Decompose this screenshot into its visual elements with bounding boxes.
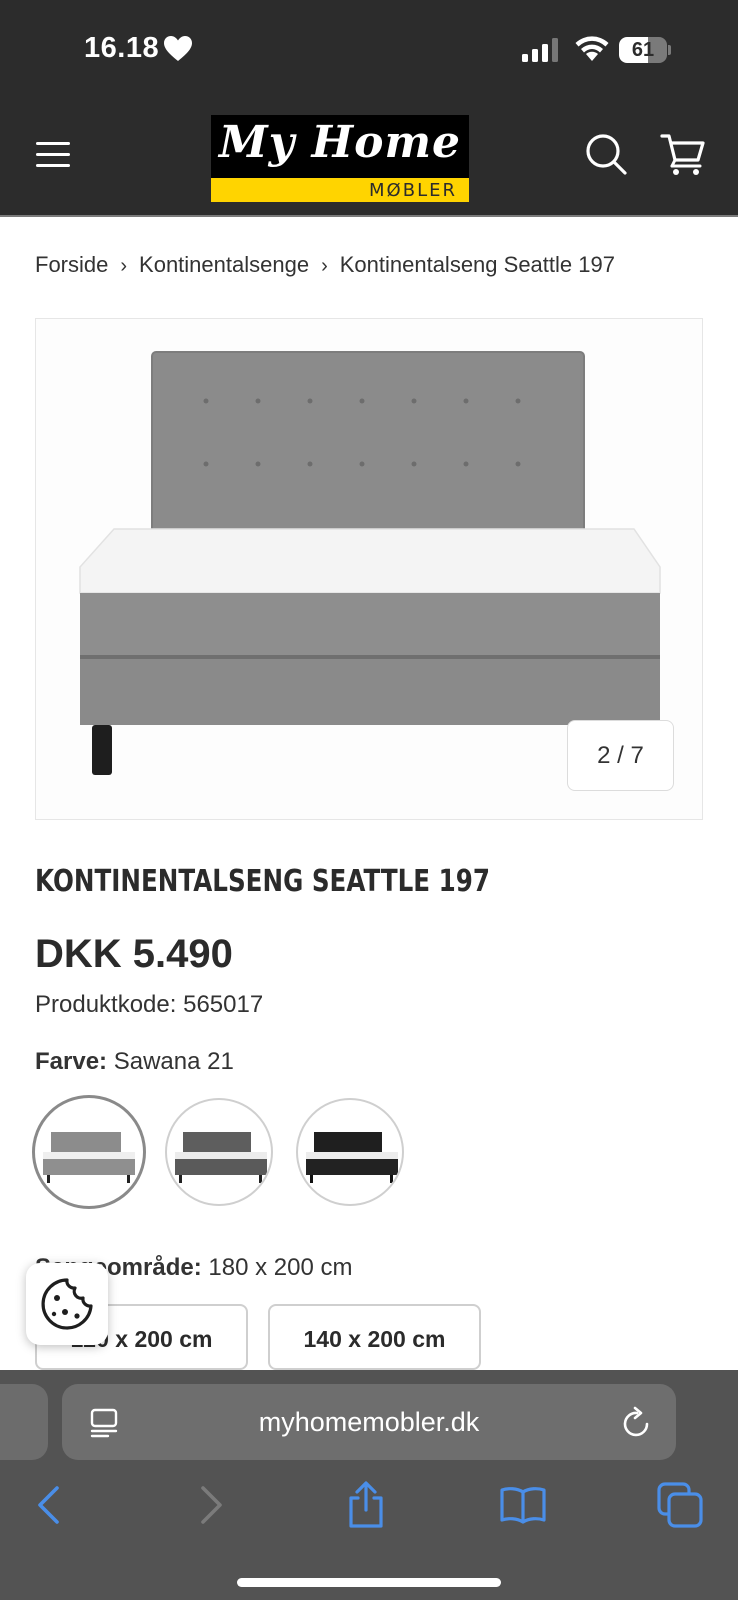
breadcrumb-home[interactable]: Forside (35, 252, 108, 277)
search-icon[interactable] (584, 132, 628, 176)
previous-tab-preview[interactable] (0, 1384, 48, 1460)
product-code-label: Produktkode: (35, 991, 177, 1018)
tabs-icon[interactable] (655, 1480, 705, 1530)
product-price: DKK 5.490 (35, 932, 233, 976)
logo-title: My Home (218, 117, 462, 168)
browser-toolbar: myhomemobler.dk (0, 1370, 738, 1600)
address-bar[interactable]: myhomemobler.dk (62, 1384, 676, 1460)
cart-icon[interactable] (660, 132, 706, 176)
color-label-value: Sawana 21 (113, 1048, 234, 1075)
heart-icon (164, 36, 192, 61)
battery-indicator: 61 (619, 37, 671, 63)
breadcrumb: Forside › Kontinentalsenge › Kontinentalseng… (35, 252, 615, 278)
color-label-key: Farve: (35, 1048, 108, 1075)
share-icon[interactable] (341, 1480, 391, 1530)
swatch-dark-grey[interactable] (165, 1098, 273, 1206)
status-bar: 16.18 61 (0, 0, 738, 96)
image-counter[interactable]: 2 / 7 (567, 720, 674, 791)
size-option-140x200[interactable]: 140 x 200 cm (268, 1304, 481, 1370)
site-header: My Home MØBLER (0, 96, 738, 217)
status-time: 16.18 (84, 32, 160, 64)
cookie-settings-button[interactable] (26, 1263, 108, 1345)
forward-icon[interactable] (185, 1480, 235, 1530)
breadcrumb-current[interactable]: Kontinentalseng Seattle 197 (340, 252, 615, 277)
cookie-icon (41, 1278, 93, 1330)
swatch-black[interactable] (296, 1098, 404, 1206)
product-title: KONTINENTALSENG SEATTLE 197 (35, 864, 490, 899)
home-indicator (237, 1578, 501, 1587)
swatch-light-grey[interactable] (32, 1095, 146, 1209)
chevron-right-icon: › (321, 255, 328, 277)
product-code-value: 565017 (183, 991, 264, 1018)
breadcrumb-category[interactable]: Kontinentalsenge (139, 252, 309, 277)
reload-icon[interactable] (622, 1406, 652, 1438)
url-text: myhomemobler.dk (258, 1407, 480, 1437)
menu-button[interactable] (32, 134, 76, 174)
cellular-signal-icon (522, 38, 558, 62)
logo-subtitle: MØBLER (369, 180, 457, 201)
product-code: Produktkode: 565017 (35, 991, 263, 1019)
bookmarks-icon[interactable] (498, 1480, 548, 1530)
size-label-value: 180 x 200 cm (208, 1254, 353, 1281)
wifi-icon (575, 36, 609, 61)
battery-level: 61 (631, 39, 655, 61)
color-label: Farve: Sawana 21 (35, 1048, 234, 1076)
back-icon[interactable] (25, 1480, 75, 1530)
site-logo[interactable]: My Home MØBLER (211, 115, 469, 202)
chevron-right-icon: › (120, 255, 128, 277)
